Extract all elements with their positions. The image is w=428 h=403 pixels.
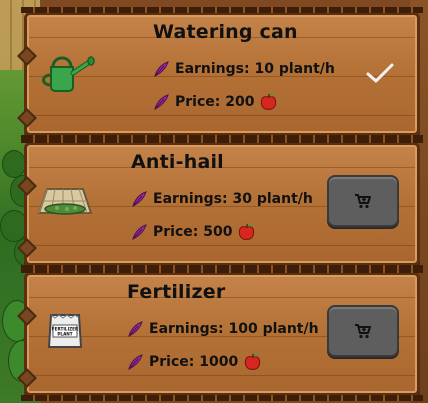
feather-icon: [132, 191, 147, 207]
buy-button[interactable]: [327, 305, 399, 357]
shop-item-watering-can: Watering can Earnings: 10 plant/h Price:…: [17, 7, 423, 141]
feather-icon: [128, 321, 143, 337]
cart-icon: [355, 194, 371, 209]
feather-icon: [132, 224, 147, 240]
earnings-text: Earnings: 100 plant/h: [149, 321, 319, 337]
apple-icon: [261, 93, 277, 110]
price-row: Price: 1000: [127, 353, 261, 371]
price-row: Price: 500: [131, 223, 255, 241]
shop-item-fertilizer: Fertilizer FERTILIZER PLANT Earnings: 10…: [17, 267, 423, 401]
item-title: Anti-hail: [131, 151, 224, 173]
cart-icon: [355, 324, 371, 339]
earnings-text: Earnings: 10 plant/h: [175, 61, 335, 77]
owned-check-icon: [365, 61, 395, 89]
feather-icon: [128, 354, 143, 370]
price-text: Price: 1000: [149, 354, 239, 370]
buy-button[interactable]: [327, 175, 399, 227]
watering-can-icon: [37, 53, 95, 97]
apple-icon: [245, 353, 261, 370]
fertilizer-bag-icon: FERTILIZER PLANT: [45, 311, 85, 355]
svg-text:PLANT: PLANT: [57, 332, 72, 337]
item-title: Watering can: [153, 21, 298, 43]
earnings-row: Earnings: 100 plant/h: [127, 321, 319, 337]
price-text: Price: 200: [175, 94, 255, 110]
shop-item-anti-hail: Anti-hail Earnings: 30 plant/h Price: 50…: [17, 137, 423, 271]
feather-icon: [154, 61, 169, 77]
price-text: Price: 500: [153, 224, 233, 240]
feather-icon: [154, 94, 169, 110]
anti-hail-net-icon: [35, 183, 95, 223]
earnings-row: Earnings: 30 plant/h: [131, 191, 313, 207]
apple-icon: [239, 223, 255, 240]
earnings-text: Earnings: 30 plant/h: [153, 191, 313, 207]
earnings-row: Earnings: 10 plant/h: [153, 61, 335, 77]
price-row: Price: 200: [153, 93, 277, 111]
item-title: Fertilizer: [127, 281, 226, 303]
